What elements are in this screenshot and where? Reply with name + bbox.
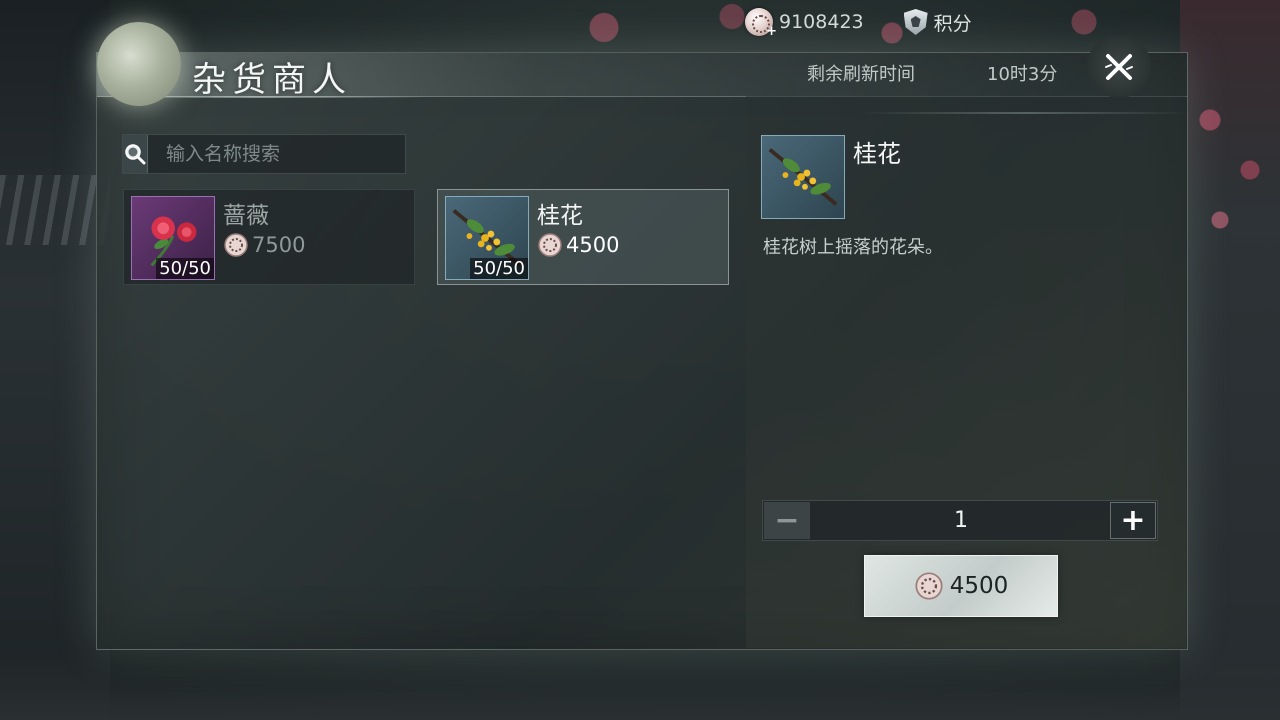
quantity-input[interactable]	[813, 502, 1109, 539]
shop-item-rose[interactable]: 50/50 蔷薇 7500	[123, 189, 415, 285]
buy-button[interactable]: 4500	[864, 555, 1058, 617]
background-fence	[0, 175, 110, 245]
background-floor	[0, 650, 1280, 720]
quantity-stepper: − +	[762, 500, 1158, 541]
item-price-value: 4500	[566, 233, 620, 257]
item-price: 7500	[223, 232, 305, 258]
plus-icon: +	[1120, 502, 1146, 538]
refresh-time: 10时3分	[987, 64, 1058, 85]
shop-item-osmanthus[interactable]: 50/50 桂花 4500	[437, 189, 729, 285]
item-stock: 50/50	[156, 258, 214, 279]
detail-osmanthus-icon	[761, 135, 845, 219]
decrease-button[interactable]: −	[764, 502, 810, 539]
osmanthus-icon: 50/50	[445, 196, 529, 280]
points-label: 积分	[933, 12, 972, 35]
close-icon	[1105, 54, 1133, 80]
detail-item-name: 桂花	[853, 140, 901, 168]
item-name: 蔷薇	[223, 203, 269, 229]
search-bar	[122, 134, 409, 174]
detail-item-description: 桂花树上摇落的花朵。	[763, 237, 943, 258]
rose-icon: 50/50	[131, 196, 215, 280]
currency-value: 9108423	[779, 11, 864, 33]
buy-price: 4500	[949, 573, 1009, 599]
shop-title: 杂货商人	[192, 60, 352, 100]
coin-add-icon[interactable]: +	[745, 8, 777, 38]
search-button[interactable]	[123, 135, 148, 173]
item-name: 桂花	[537, 203, 583, 229]
close-button[interactable]	[1086, 36, 1152, 98]
item-price: 4500	[537, 232, 619, 258]
item-price-value: 7500	[252, 233, 306, 257]
moon-emblem	[97, 22, 181, 106]
search-input[interactable]	[148, 135, 409, 173]
refresh-label: 剩余刷新时间	[807, 64, 915, 85]
minus-icon: −	[774, 502, 800, 538]
coin-icon	[915, 572, 943, 600]
coin-icon	[538, 233, 562, 257]
background-flowers	[1180, 60, 1280, 260]
background-left	[0, 0, 110, 720]
currency-bar: + 9108423 积分	[745, 8, 972, 38]
coin-icon	[224, 233, 248, 257]
increase-button[interactable]: +	[1110, 502, 1156, 539]
search-icon	[125, 144, 146, 165]
currency-display[interactable]: + 9108423	[745, 8, 864, 38]
points-button[interactable]: 积分	[903, 9, 972, 36]
shield-points-icon	[903, 9, 928, 35]
item-stock: 50/50	[470, 258, 528, 279]
